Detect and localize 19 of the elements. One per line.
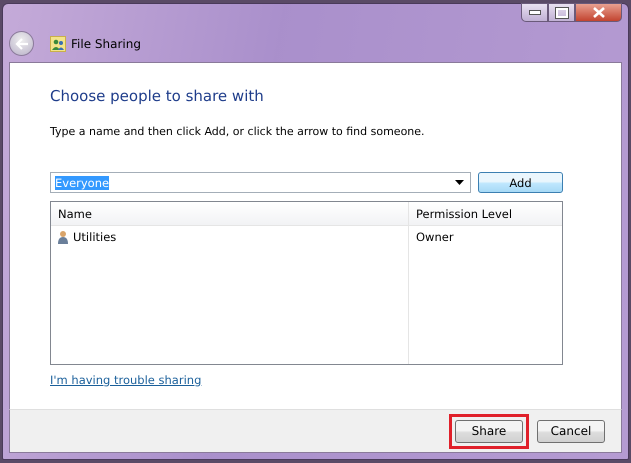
back-button[interactable] bbox=[9, 31, 34, 56]
people-icon bbox=[50, 36, 66, 52]
user-icon bbox=[58, 230, 68, 244]
maximize-button[interactable] bbox=[548, 3, 575, 22]
add-button[interactable]: Add bbox=[478, 172, 563, 193]
table-cell: Owner bbox=[416, 230, 454, 244]
table-cell: Utilities bbox=[73, 230, 116, 244]
dialog-heading: Choose people to share with bbox=[50, 87, 265, 105]
window-title: File Sharing bbox=[71, 36, 141, 50]
dropdown-arrow-icon[interactable] bbox=[455, 180, 464, 185]
help-link[interactable]: I'm having trouble sharing bbox=[50, 373, 202, 387]
close-icon[interactable] bbox=[592, 7, 606, 18]
minimize-button[interactable] bbox=[521, 3, 548, 22]
instruction-text: Type a name and then click Add, or click the arrow to find someone. bbox=[50, 125, 426, 138]
share-button[interactable]: Share bbox=[455, 420, 523, 442]
cancel-button[interactable]: Cancel bbox=[537, 420, 605, 442]
column-header[interactable]: Name bbox=[51, 202, 408, 225]
column-header[interactable]: Permission Level bbox=[408, 202, 562, 225]
close-button[interactable] bbox=[575, 3, 622, 22]
